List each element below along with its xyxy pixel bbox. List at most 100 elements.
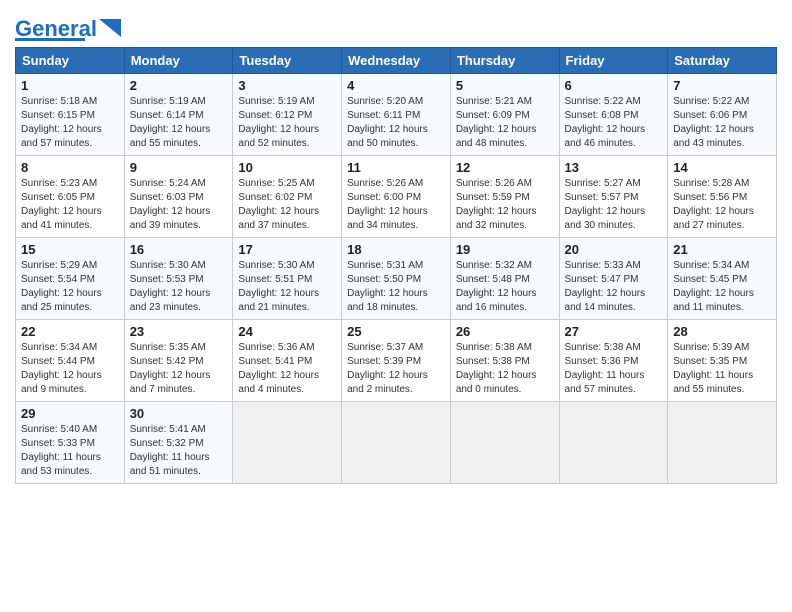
day-cell: 12Sunrise: 5:26 AM Sunset: 5:59 PM Dayli… [450,156,559,238]
day-info: Sunrise: 5:20 AM Sunset: 6:11 PM Dayligh… [347,95,445,151]
day-number: 13 [565,160,663,175]
col-header-wednesday: Wednesday [342,48,451,74]
logo-arrow-icon [99,19,121,37]
day-cell: 4 Sunrise: 5:20 AM Sunset: 6:11 PM Daylig… [342,74,451,156]
day-info: Sunrise: 5:36 AM Sunset: 5:41 PM Dayligh… [238,341,336,397]
day-number: 15 [21,242,119,257]
day-info: Sunrise: 5:38 AM Sunset: 5:36 PM Dayligh… [565,341,663,397]
col-header-monday: Monday [124,48,233,74]
day-info: Sunrise: 5:39 AM Sunset: 5:35 PM Dayligh… [673,341,771,397]
day-info: Sunrise: 5:22 AM Sunset: 6:06 PM Dayligh… [673,95,771,151]
week-row-4: 22 Sunrise: 5:34 AM Sunset: 5:44 PM Dayli… [16,320,777,402]
day-cell: 7 Sunrise: 5:22 AM Sunset: 6:06 PM Daylig… [668,74,777,156]
day-number: 21 [673,242,771,257]
day-info: Sunrise: 5:34 AM Sunset: 5:45 PM Dayligh… [673,259,771,315]
day-number: 14 [673,160,771,175]
day-cell: 9 Sunrise: 5:24 AM Sunset: 6:03 PM Daylig… [124,156,233,238]
day-info: Sunrise: 5:34 AM Sunset: 5:44 PM Dayligh… [21,341,119,397]
day-info: Sunrise: 5:29 AM Sunset: 5:54 PM Dayligh… [21,259,119,315]
col-header-saturday: Saturday [668,48,777,74]
day-cell: 14 Sunrise: 5:28 AM Sunset: 5:56 PM Dayli… [668,156,777,238]
day-info: Sunrise: 5:35 AM Sunset: 5:42 PM Dayligh… [130,341,228,397]
day-info: Sunrise: 5:37 AM Sunset: 5:39 PM Dayligh… [347,341,445,397]
day-cell: 30 Sunrise: 5:41 AM Sunset: 5:32 PM Dayli… [124,402,233,484]
day-cell: 17Sunrise: 5:30 AM Sunset: 5:51 PM Dayli… [233,238,342,320]
week-row-3: 15 Sunrise: 5:29 AM Sunset: 5:54 PM Dayli… [16,238,777,320]
day-cell: 11 Sunrise: 5:26 AM Sunset: 6:00 PM Dayli… [342,156,451,238]
day-info: Sunrise: 5:31 AM Sunset: 5:50 PM Dayligh… [347,259,445,315]
week-row-5: 29 Sunrise: 5:40 AM Sunset: 5:33 PM Dayli… [16,402,777,484]
day-number: 11 [347,160,445,175]
day-cell: 27 Sunrise: 5:38 AM Sunset: 5:36 PM Dayli… [559,320,668,402]
day-cell: 1 Sunrise: 5:18 AM Sunset: 6:15 PM Daylig… [16,74,125,156]
day-number: 10 [238,160,336,175]
day-cell: 16 Sunrise: 5:30 AM Sunset: 5:53 PM Dayli… [124,238,233,320]
day-number: 17 [238,242,336,257]
day-cell: 3Sunrise: 5:19 AM Sunset: 6:12 PM Daylig… [233,74,342,156]
day-number: 16 [130,242,228,257]
day-number: 6 [565,78,663,93]
day-info: Sunrise: 5:22 AM Sunset: 6:08 PM Dayligh… [565,95,663,151]
day-cell: 13Sunrise: 5:27 AM Sunset: 5:57 PM Dayli… [559,156,668,238]
day-number: 25 [347,324,445,339]
day-cell: 29 Sunrise: 5:40 AM Sunset: 5:33 PM Dayli… [16,402,125,484]
day-number: 18 [347,242,445,257]
week-row-1: 1 Sunrise: 5:18 AM Sunset: 6:15 PM Daylig… [16,74,777,156]
day-cell: 24Sunrise: 5:36 AM Sunset: 5:41 PM Dayli… [233,320,342,402]
day-cell [450,402,559,484]
day-cell: 2 Sunrise: 5:19 AM Sunset: 6:14 PM Daylig… [124,74,233,156]
day-cell: 18 Sunrise: 5:31 AM Sunset: 5:50 PM Dayli… [342,238,451,320]
day-number: 20 [565,242,663,257]
col-header-tuesday: Tuesday [233,48,342,74]
col-header-friday: Friday [559,48,668,74]
day-info: Sunrise: 5:26 AM Sunset: 5:59 PM Dayligh… [456,177,554,233]
day-number: 7 [673,78,771,93]
day-number: 4 [347,78,445,93]
day-number: 19 [456,242,554,257]
day-cell: 8Sunrise: 5:23 AM Sunset: 6:05 PM Daylig… [16,156,125,238]
day-cell: 26 Sunrise: 5:38 AM Sunset: 5:38 PM Dayli… [450,320,559,402]
day-cell: 19Sunrise: 5:32 AM Sunset: 5:48 PM Dayli… [450,238,559,320]
day-info: Sunrise: 5:30 AM Sunset: 5:53 PM Dayligh… [130,259,228,315]
day-number: 27 [565,324,663,339]
day-cell [233,402,342,484]
day-number: 1 [21,78,119,93]
day-number: 22 [21,324,119,339]
day-info: Sunrise: 5:26 AM Sunset: 6:00 PM Dayligh… [347,177,445,233]
day-number: 5 [456,78,554,93]
col-header-thursday: Thursday [450,48,559,74]
day-info: Sunrise: 5:18 AM Sunset: 6:15 PM Dayligh… [21,95,119,151]
day-cell: 25 Sunrise: 5:37 AM Sunset: 5:39 PM Dayli… [342,320,451,402]
day-number: 2 [130,78,228,93]
day-info: Sunrise: 5:40 AM Sunset: 5:33 PM Dayligh… [21,423,119,479]
day-number: 29 [21,406,119,421]
day-info: Sunrise: 5:38 AM Sunset: 5:38 PM Dayligh… [456,341,554,397]
day-info: Sunrise: 5:19 AM Sunset: 6:12 PM Dayligh… [238,95,336,151]
day-info: Sunrise: 5:21 AM Sunset: 6:09 PM Dayligh… [456,95,554,151]
day-number: 23 [130,324,228,339]
calendar-table: SundayMondayTuesdayWednesdayThursdayFrid… [15,47,777,484]
day-cell [342,402,451,484]
day-info: Sunrise: 5:28 AM Sunset: 5:56 PM Dayligh… [673,177,771,233]
day-cell: 5 Sunrise: 5:21 AM Sunset: 6:09 PM Daylig… [450,74,559,156]
calendar-header-row: SundayMondayTuesdayWednesdayThursdayFrid… [16,48,777,74]
day-number: 8 [21,160,119,175]
day-info: Sunrise: 5:41 AM Sunset: 5:32 PM Dayligh… [130,423,228,479]
day-cell: 6 Sunrise: 5:22 AM Sunset: 6:08 PM Daylig… [559,74,668,156]
week-row-2: 8Sunrise: 5:23 AM Sunset: 6:05 PM Daylig… [16,156,777,238]
day-info: Sunrise: 5:33 AM Sunset: 5:47 PM Dayligh… [565,259,663,315]
day-cell: 21 Sunrise: 5:34 AM Sunset: 5:45 PM Dayli… [668,238,777,320]
day-cell: 22 Sunrise: 5:34 AM Sunset: 5:44 PM Dayli… [16,320,125,402]
day-number: 9 [130,160,228,175]
day-number: 26 [456,324,554,339]
day-cell [559,402,668,484]
day-info: Sunrise: 5:24 AM Sunset: 6:03 PM Dayligh… [130,177,228,233]
day-cell: 15 Sunrise: 5:29 AM Sunset: 5:54 PM Dayli… [16,238,125,320]
day-info: Sunrise: 5:19 AM Sunset: 6:14 PM Dayligh… [130,95,228,151]
day-number: 30 [130,406,228,421]
day-cell: 28Sunrise: 5:39 AM Sunset: 5:35 PM Dayli… [668,320,777,402]
logo: General [15,18,121,41]
day-cell: 10 Sunrise: 5:25 AM Sunset: 6:02 PM Dayli… [233,156,342,238]
day-info: Sunrise: 5:25 AM Sunset: 6:02 PM Dayligh… [238,177,336,233]
day-cell: 20 Sunrise: 5:33 AM Sunset: 5:47 PM Dayli… [559,238,668,320]
